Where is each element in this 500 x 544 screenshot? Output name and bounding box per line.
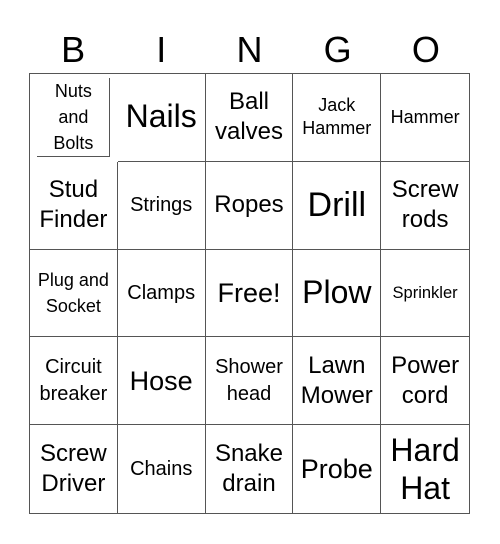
bingo-cell[interactable]: Clamps: [117, 249, 206, 338]
bingo-cell[interactable]: Chains: [118, 425, 206, 513]
bingo-cell[interactable]: Shower head: [205, 337, 294, 426]
bingo-cell[interactable]: Lawn Mower: [293, 337, 382, 426]
header-letter-b: B: [61, 29, 86, 70]
bingo-cell[interactable]: Circuit breaker: [30, 337, 118, 426]
bingo-cell[interactable]: Stud Finder: [30, 161, 118, 250]
bingo-cell[interactable]: Strings: [117, 161, 206, 250]
bingo-header: B I N G O: [29, 28, 470, 72]
bingo-cell[interactable]: Ropes: [205, 161, 294, 250]
bingo-cell[interactable]: Plow: [293, 249, 382, 338]
bingo-cell[interactable]: Power cord: [381, 337, 469, 426]
bingo-cell[interactable]: Screw Driver: [30, 425, 118, 513]
bingo-cell[interactable]: Ball valves: [205, 74, 294, 162]
bingo-cell[interactable]: Screw rods: [381, 162, 469, 250]
bingo-cell[interactable]: Probe: [293, 425, 382, 513]
bingo-cell-free[interactable]: Free!: [205, 249, 294, 338]
header-letter-g: G: [323, 29, 352, 70]
bingo-cell[interactable]: Jack Hammer: [293, 74, 382, 162]
bingo-cell[interactable]: Nuts and Bolts: [37, 78, 111, 158]
bingo-card-grid: Nuts and Bolts Nails Ball valves Jack Ha…: [29, 73, 470, 514]
bingo-cell[interactable]: Sprinkler: [381, 250, 469, 338]
bingo-cell[interactable]: Snake drain: [206, 425, 294, 513]
header-letter-o: O: [411, 29, 440, 70]
header-letter-i: I: [156, 29, 167, 70]
bingo-cell[interactable]: Hammer: [381, 74, 469, 162]
bingo-cell[interactable]: Nails: [117, 74, 206, 162]
bingo-cell[interactable]: Hose: [117, 337, 206, 426]
bingo-cell[interactable]: Hard Hat: [381, 425, 469, 513]
header-letter-n: N: [236, 29, 263, 70]
bingo-cell[interactable]: Plug and Socket: [30, 249, 118, 338]
bingo-cell[interactable]: Drill: [293, 161, 382, 250]
